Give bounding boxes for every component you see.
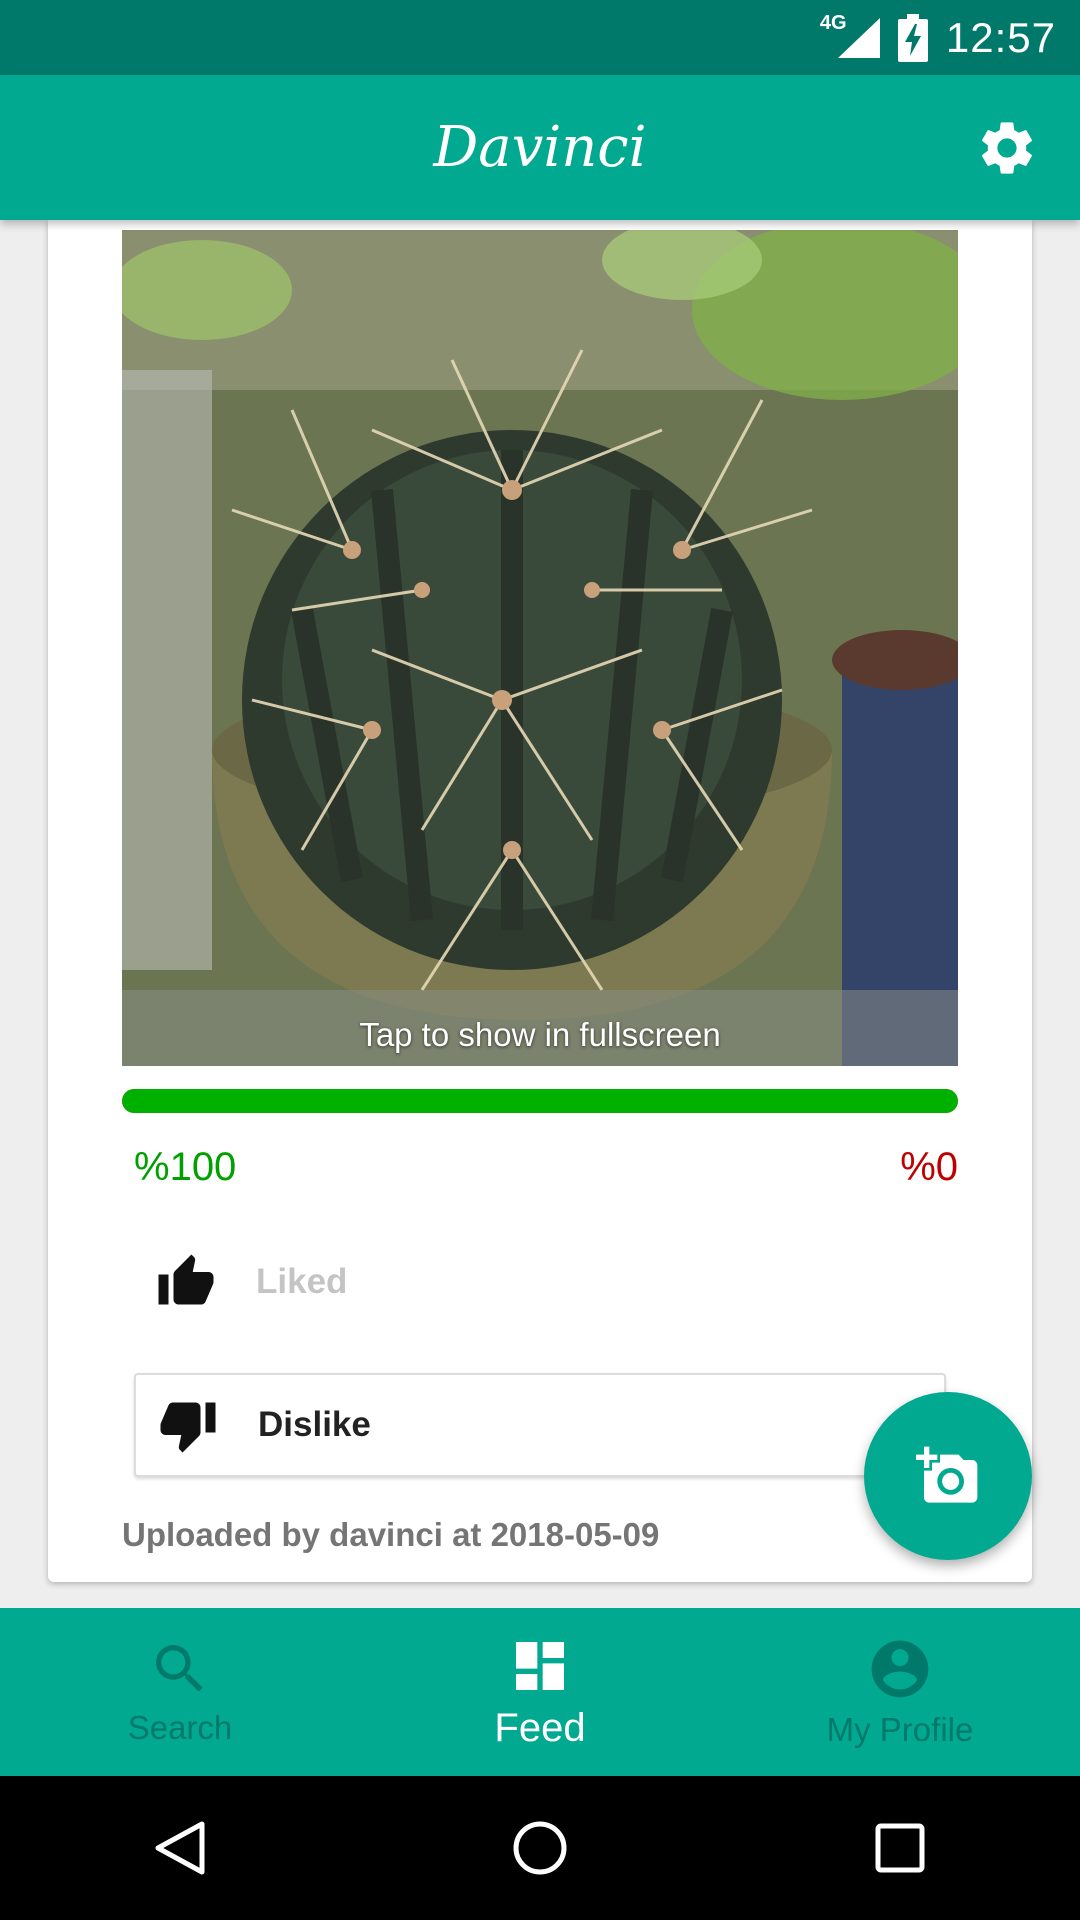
like-percentage: %100 — [134, 1145, 237, 1189]
nav-feed-label: Feed — [494, 1705, 586, 1750]
bottom-navigation: Search Feed My Profile — [0, 1608, 1080, 1776]
clock: 12:57 — [945, 13, 1056, 61]
dashboard-icon — [516, 1641, 564, 1690]
dislike-percentage: %0 — [900, 1145, 958, 1189]
nav-search[interactable]: Search — [0, 1608, 360, 1776]
add-photo-button[interactable] — [864, 1392, 1032, 1560]
cactus-photo — [122, 230, 958, 1066]
status-icons: 4G 12:57 — [820, 0, 1056, 75]
dislike-label: Dislike — [258, 1405, 371, 1444]
app-bar: Davinci — [0, 75, 1080, 220]
vote-progress-fill — [122, 1089, 958, 1113]
back-triangle-icon — [155, 1821, 205, 1875]
back-button[interactable] — [140, 1808, 220, 1888]
thumb-up-icon — [158, 1254, 214, 1305]
like-button[interactable]: Liked — [134, 1230, 946, 1334]
nav-my-profile[interactable]: My Profile — [720, 1608, 1080, 1776]
recents-square-icon — [875, 1823, 925, 1873]
nav-search-label: Search — [127, 1709, 233, 1746]
account-circle-icon — [871, 1640, 929, 1698]
home-button[interactable] — [500, 1808, 580, 1888]
settings-button[interactable] — [972, 113, 1042, 183]
status-bar: 4G 12:57 — [0, 0, 1080, 75]
vote-progress-bar — [122, 1089, 958, 1113]
home-circle-icon — [513, 1821, 567, 1875]
app-title: Davinci — [433, 115, 647, 180]
search-icon — [156, 1645, 203, 1692]
gear-icon — [982, 122, 1032, 174]
battery-icon — [897, 13, 928, 62]
add-photo-icon — [916, 1446, 978, 1503]
system-navigation-bar — [0, 1776, 1080, 1920]
nav-feed[interactable]: Feed — [360, 1608, 720, 1776]
thumb-down-icon — [160, 1402, 216, 1453]
fullscreen-hint: Tap to show in fullscreen — [359, 1016, 721, 1053]
dislike-button[interactable]: Dislike — [134, 1373, 946, 1477]
uploader-info: Uploaded by davinci at 2018-05-09 — [122, 1516, 660, 1553]
liked-label: Liked — [256, 1262, 348, 1301]
nav-my-profile-label: My Profile — [826, 1711, 974, 1748]
post-photo[interactable]: Tap to show in fullscreen — [122, 230, 958, 1066]
post-card: Tap to show in fullscreen %100 %0 Liked … — [48, 220, 1032, 1582]
signal-icon: 4G — [820, 12, 880, 62]
recents-button[interactable] — [860, 1808, 940, 1888]
